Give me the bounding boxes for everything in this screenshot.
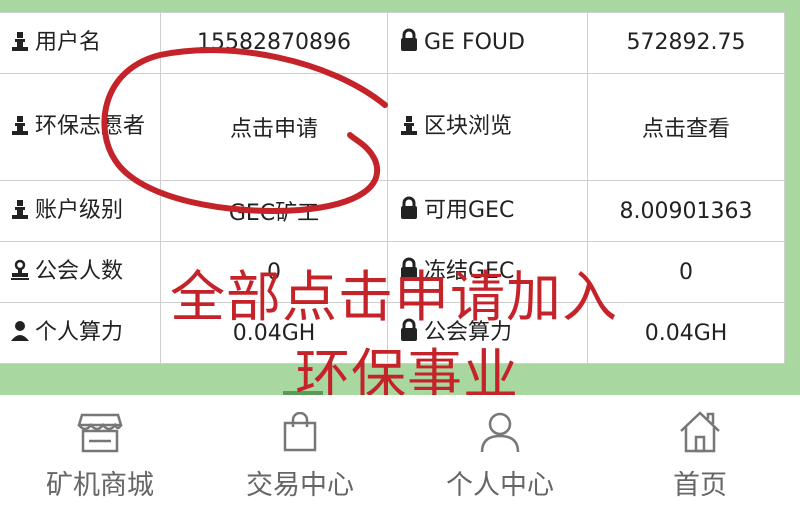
stamp-icon <box>9 259 31 281</box>
ge-foud-label-cell: GE FOUD <box>387 12 588 74</box>
chess-piece-icon <box>9 114 31 136</box>
nav-label: 矿机商城 <box>46 470 154 501</box>
personal-hashrate-label: 个人算力 <box>35 320 124 346</box>
nav-label: 个人中心 <box>446 470 554 501</box>
home-icon <box>678 409 722 455</box>
shopping-bag-icon <box>282 409 318 455</box>
volunteer-label: 环保志愿者 <box>35 114 146 140</box>
username-label-cell: 用户名 <box>0 12 161 74</box>
table-row: 用户名 15582870896 GE FOUD 572892.75 <box>0 12 785 74</box>
chess-piece-icon <box>398 114 420 136</box>
nav-item-miner-store[interactable]: 矿机商城 <box>0 395 200 513</box>
username-label: 用户名 <box>35 29 102 55</box>
account-level-label-cell: 账户级别 <box>0 180 161 243</box>
block-browse-label: 区块浏览 <box>424 114 513 140</box>
nav-item-personal-center[interactable]: 个人中心 <box>400 395 600 513</box>
lock-icon <box>398 196 420 220</box>
table-row: 环保志愿者 点击申请 区块浏览 点击查看 <box>0 72 785 182</box>
personal-hashrate-label-cell: 个人算力 <box>0 302 161 364</box>
nav-item-trade-center[interactable]: 交易中心 <box>200 395 400 513</box>
chess-piece-icon <box>9 198 31 220</box>
account-level-value: GEC矿工 <box>160 180 388 243</box>
ge-foud-value: 572892.75 <box>587 12 785 74</box>
available-gec-value: 8.00901363 <box>587 180 785 243</box>
nav-item-home[interactable]: 首页 <box>600 395 800 513</box>
ge-foud-label: GE FOUD <box>424 29 525 55</box>
view-link[interactable]: 点击查看 <box>587 72 785 182</box>
guild-members-label-cell: 公会人数 <box>0 241 161 304</box>
available-gec-label-cell: 可用GEC <box>387 180 588 243</box>
chess-piece-icon <box>9 30 31 52</box>
store-icon <box>77 409 123 455</box>
volunteer-label-cell: 环保志愿者 <box>0 72 161 182</box>
block-browse-label-cell: 区块浏览 <box>387 72 588 182</box>
nav-label: 首页 <box>673 470 727 501</box>
username-value: 15582870896 <box>160 12 388 74</box>
bottom-nav: 矿机商城 交易中心 个人中心 首页 <box>0 395 800 513</box>
account-level-label: 账户级别 <box>35 198 124 224</box>
annotation-line-1: 全部点击申请加入 <box>170 265 619 329</box>
person-icon <box>9 320 31 342</box>
available-gec-label: 可用GEC <box>424 198 515 224</box>
apply-link[interactable]: 点击申请 <box>160 72 388 182</box>
lock-icon <box>398 28 420 52</box>
nav-label: 交易中心 <box>246 470 354 501</box>
user-icon <box>479 409 521 455</box>
guild-members-label: 公会人数 <box>35 259 124 285</box>
table-row: 账户级别 GEC矿工 可用GEC 8.00901363 <box>0 180 785 243</box>
